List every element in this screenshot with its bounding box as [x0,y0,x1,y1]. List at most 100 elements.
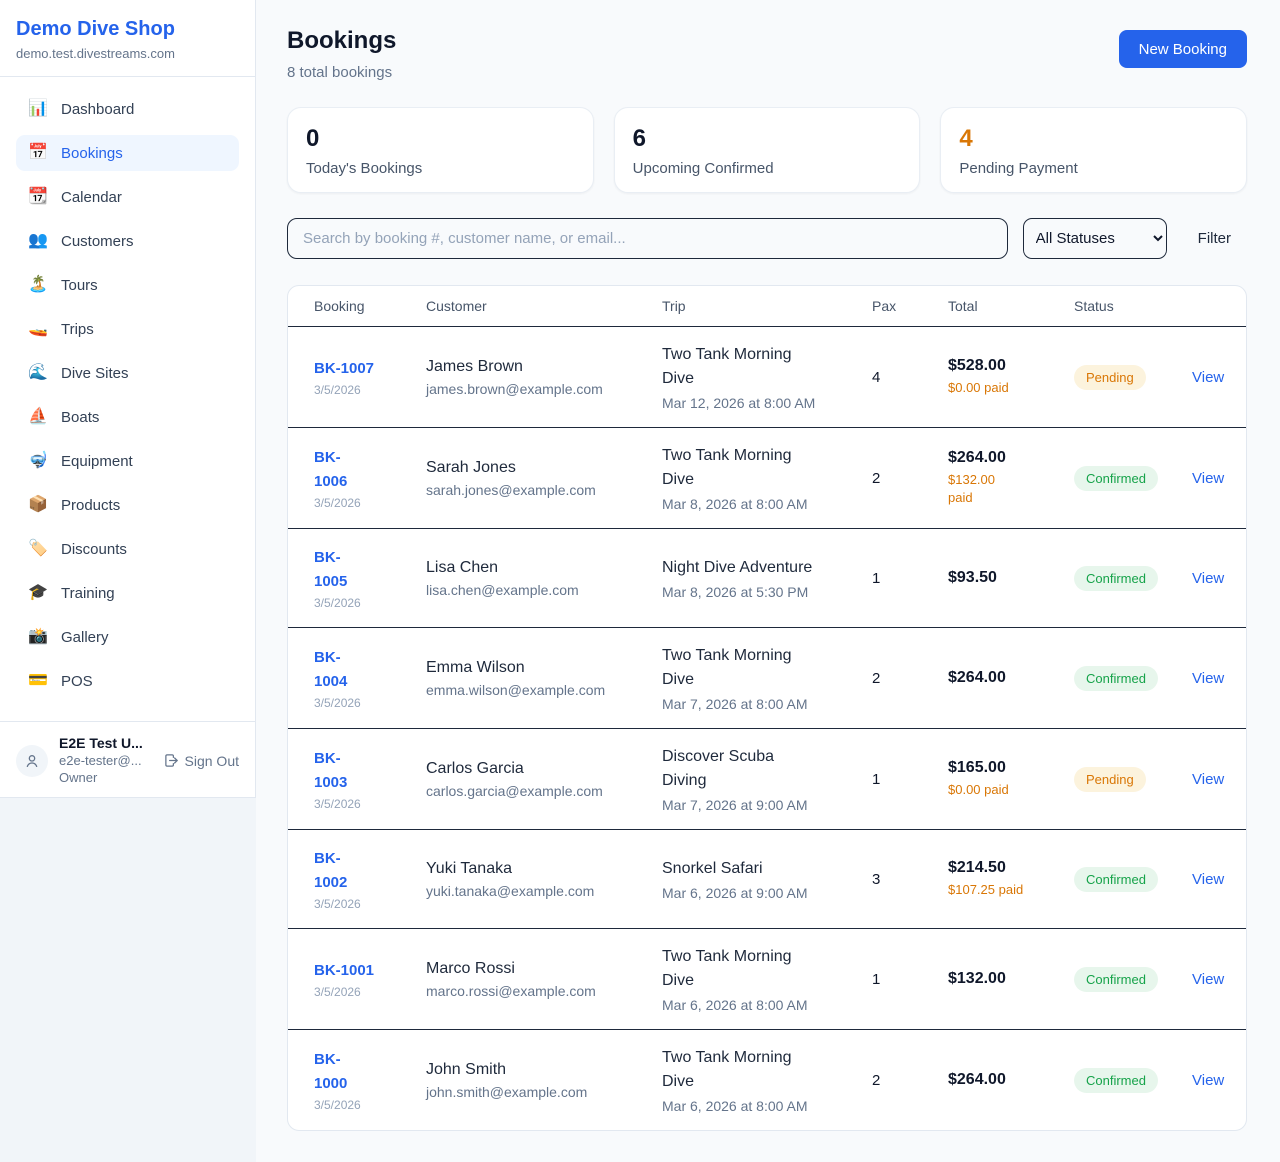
user-role: Owner [59,770,153,787]
trip-cell: Snorkel SafariMar 6, 2026 at 9:00 AM [662,857,872,901]
status-select[interactable]: All Statuses [1023,218,1167,259]
customer-name: Marco Rossi [426,960,662,978]
sidebar-item-label: Dashboard [61,101,134,118]
customer-email: yuki.tanaka@example.com [426,883,662,899]
sign-out-button[interactable]: Sign Out [164,753,239,769]
table-row: BK- 10053/5/2026Lisa Chenlisa.chen@examp… [288,528,1246,627]
graduation-cap-icon: 🎓 [28,585,48,601]
view-link[interactable]: View [1192,871,1224,888]
pax-value: 1 [872,971,948,988]
sidebar-item-bookings[interactable]: 📅 Bookings [16,135,239,171]
customer-email: carlos.garcia@example.com [426,783,662,799]
pax-value: 1 [872,570,948,587]
app-window: Demo Dive Shop demo.test.divestreams.com… [0,0,1280,1162]
booking-id-link[interactable]: BK-1001 [314,959,426,983]
calendar-icon: 📅 [28,145,48,161]
brand-domain: demo.test.divestreams.com [16,46,239,61]
booking-id-link[interactable]: BK- 1003 [314,747,426,795]
view-link[interactable]: View [1192,771,1224,788]
user-name: E2E Test U... [59,735,153,751]
sidebar-item-gallery[interactable]: 📸Gallery [16,619,239,655]
status-badge: Confirmed [1074,466,1158,491]
sidebar-item-dive-sites[interactable]: 🌊Dive Sites [16,355,239,391]
table-header-row: BookingCustomerTripPaxTotalStatus [288,286,1246,327]
sidebar-item-training[interactable]: 🎓Training [16,575,239,611]
booking-cell: BK- 1006 3/5/2026 [314,446,426,510]
booking-id-link[interactable]: BK- 1006 [314,446,426,494]
customer-email: marco.rossi@example.com [426,983,662,999]
camera-icon: 📸 [28,629,48,645]
total-amount: $264.00 [948,449,1074,467]
brand: Demo Dive Shop demo.test.divestreams.com [0,0,255,77]
status-badge: Confirmed [1074,666,1158,691]
booking-id-link[interactable]: BK-1007 [314,357,426,381]
pax-value: 3 [872,871,948,888]
sidebar-item-products[interactable]: 📦Products [16,487,239,523]
sidebar-item-trips[interactable]: 🚤Trips [16,311,239,347]
view-link[interactable]: View [1192,971,1224,988]
column-header-trip: Trip [662,298,872,314]
customer-name: Emma Wilson [426,659,662,677]
stat-card-pending-payment: 4Pending Payment [940,107,1247,193]
booking-id-link[interactable]: BK- 1000 [314,1048,426,1096]
total-amount: $165.00 [948,759,1074,777]
booking-cell: BK- 10023/5/2026 [314,847,426,911]
user-box: E2E Test U... e2e-tester@... Owner Sign … [0,721,255,800]
table-row: BK-10013/5/2026Marco Rossi marco.rossi@ex… [288,928,1246,1029]
view-link[interactable]: View [1192,1072,1224,1089]
customer-name: Lisa Chen [426,559,662,577]
customer-name: James Brown [426,358,662,376]
booking-cell: BK- 1004 3/5/2026 [314,646,426,710]
total-amount: $264.00 [948,669,1074,687]
page-subtitle: 8 total bookings [287,64,396,81]
trip-cell: Night Dive AdventureMar 8, 2026 at 5:30 … [662,556,872,600]
view-link[interactable]: View [1192,369,1224,386]
trip-name: Snorkel Safari [662,857,872,881]
sidebar-item-discounts[interactable]: 🏷️Discounts [16,531,239,567]
total-amount: $214.50 [948,859,1074,877]
diving-mask-icon: 🤿 [28,453,48,469]
user-email: e2e-tester@... [59,753,153,770]
trip-date: Mar 7, 2026 at 9:00 AM [662,797,872,813]
total-amount: $93.50 [948,569,1074,587]
sidebar-item-label: Bookings [61,145,123,162]
trip-cell: Two Tank Morning DiveMar 6, 2026 at 8:00… [662,1046,872,1114]
sidebar-item-customers[interactable]: 👥Customers [16,223,239,259]
booking-id-link[interactable]: BK- 1004 [314,646,426,694]
sidebar-item-boats[interactable]: ⛵Boats [16,399,239,435]
booking-id-link[interactable]: BK- 1005 [314,546,426,594]
sidebar-item-label: Trips [61,321,94,338]
booking-date: 3/5/2026 [314,696,426,710]
stat-label: Upcoming Confirmed [633,160,902,177]
column-header-pax: Pax [872,298,948,314]
stat-card-upcoming-confirmed: 6Upcoming Confirmed [614,107,921,193]
view-link[interactable]: View [1192,670,1224,687]
booking-cell: BK- 10003/5/2026 [314,1048,426,1112]
sidebar-item-tours[interactable]: 🏝️Tours [16,267,239,303]
column-header-booking: Booking [314,298,426,314]
sidebar-item-equipment[interactable]: 🤿Equipment [16,443,239,479]
booking-date: 3/5/2026 [314,496,426,510]
booking-id-link[interactable]: BK- 1002 [314,847,426,895]
view-link[interactable]: View [1192,570,1224,587]
stat-value: 4 [959,125,1228,153]
pax-value: 4 [872,369,948,386]
search-input[interactable] [287,218,1008,259]
booking-cell: BK-10013/5/2026 [314,959,426,999]
booking-cell: BK-10073/5/2026 [314,357,426,397]
people-icon: 👥 [28,233,48,249]
sidebar-item-pos[interactable]: 💳POS [16,663,239,699]
filter-button[interactable]: Filter [1182,230,1247,247]
booking-date: 3/5/2026 [314,797,426,811]
trip-cell: Two Tank Morning DiveMar 7, 2026 at 8:00… [662,644,872,712]
sidebar-item-calendar[interactable]: 📆Calendar [16,179,239,215]
table-row: BK-10073/5/2026James Brownjames.brown@ex… [288,327,1246,427]
view-link[interactable]: View [1192,470,1224,487]
trip-name: Two Tank Morning Dive [662,444,872,492]
new-booking-button[interactable]: New Booking [1119,30,1247,68]
customer-cell: John Smithjohn.smith@example.com [426,1061,662,1100]
sidebar-item-dashboard[interactable]: 📊 Dashboard [16,91,239,127]
total-cell: $93.50 [948,569,1074,587]
main-content: Bookings 8 total bookings New Booking 0T… [256,0,1280,1162]
bar-chart-icon: 📊 [28,101,48,117]
